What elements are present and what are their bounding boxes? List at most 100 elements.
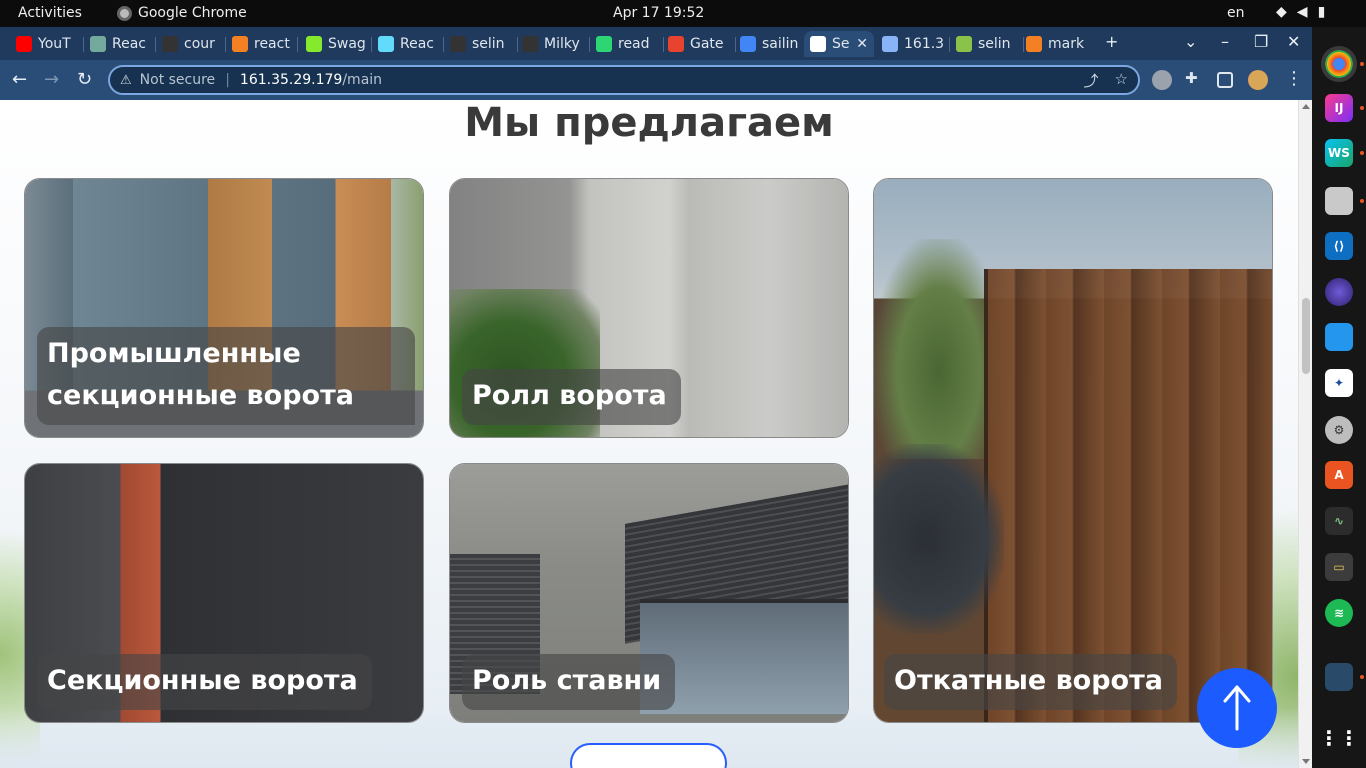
tab-label: read [618,36,650,52]
clock[interactable]: Apr 17 19:52 [613,5,704,21]
tab-0[interactable]: YouT [10,31,82,57]
tab-label: Se [832,36,850,52]
system-monitor-dock-icon[interactable]: ∿ [1325,507,1353,535]
activities-button[interactable]: Activities [18,5,82,21]
running-indicator [1360,151,1364,155]
tab-label: cour [184,36,215,52]
scroll-to-top-button[interactable] [1197,668,1277,748]
spotify-dock-icon[interactable]: ≋ [1325,599,1353,627]
forward-button[interactable]: → [44,69,59,90]
arrow-up-icon [1223,685,1251,731]
app-dock-icon[interactable] [1325,663,1353,691]
tab-label: YouT [38,36,71,52]
chrome-dock-icon[interactable] [1321,46,1357,82]
chrome-icon [117,5,132,21]
tab-label: mark [1048,36,1085,52]
scroll-down-arrow[interactable] [1302,759,1310,764]
tab-12[interactable]: 161.3 [876,31,948,57]
address-bar[interactable]: ⚠ Not secure | 161.35.29.179/main ⤴ ☆ [108,65,1140,95]
arrow-right-icon: → [44,69,60,90]
tab-favicon-icon [810,36,826,52]
browser-toolbar: ← → ↻ ⚠ Not secure | 161.35.29.179/main … [0,60,1312,100]
card-sectional-gates[interactable]: Секционные ворота [24,463,424,723]
tab-6[interactable]: selin [444,31,516,57]
tab-8[interactable]: read [590,31,662,57]
bookmark-dock-icon[interactable]: ✦ [1325,369,1353,397]
card-label: Ролл ворота [462,369,681,425]
card-label: Роль ставни [462,654,676,710]
tab-9[interactable]: Gate [662,31,734,57]
software-dock-icon[interactable]: A [1325,461,1353,489]
reload-button[interactable]: ↻ [77,69,92,90]
tab-1[interactable]: Reac [84,31,154,57]
tab-2[interactable]: cour [156,31,224,57]
side-panel-icon[interactable] [1217,72,1233,88]
tab-13[interactable]: selin [950,31,1022,57]
new-tab-button[interactable]: + [1105,32,1118,51]
tab-4[interactable]: Swag [300,31,370,57]
star-icon[interactable]: ☆ [1115,70,1128,91]
wifi-icon: ◆ [1276,4,1287,20]
tab-favicon-icon [378,36,394,52]
input-language[interactable]: en [1227,5,1245,21]
tab-favicon-icon [596,36,612,52]
battery-icon: ▮ [1317,4,1326,20]
card-industrial-sectional-gates[interactable]: Промышленные секционные ворота [24,178,424,438]
tab-14[interactable]: mark [1020,31,1092,57]
section-title: Мы предлагаем [464,100,834,146]
card-roller-shutters[interactable]: Роль ставни [449,463,849,723]
tab-3[interactable]: react [226,31,296,57]
card-roll-gates[interactable]: Ролл ворота [449,178,849,438]
extension-owl-icon[interactable] [1152,70,1172,90]
scrollbar-thumb[interactable] [1302,298,1310,374]
tab-close-icon[interactable]: ✕ [856,36,874,52]
tab-7[interactable]: Milky [516,31,588,57]
app-menu[interactable]: Google Chrome [117,5,247,21]
settings-dock-icon[interactable]: ⚙ [1325,416,1353,444]
docker-dock-icon[interactable] [1325,323,1353,351]
card-label: Откатные ворота [884,654,1177,710]
intellij-dock-icon[interactable]: IJ [1325,94,1353,122]
tab-label: Reac [400,36,434,52]
page-viewport: Мы предлагаем Промышленные секционные во… [0,100,1298,768]
tab-5[interactable]: Reac [372,31,442,57]
system-tray[interactable]: ◆ ◀ ▮ [1276,4,1325,20]
vscode-dock-icon[interactable]: ⟨⟩ [1325,232,1353,260]
reload-icon: ↻ [77,69,93,90]
warning-icon[interactable]: ⚠ [120,73,132,88]
app-dock-icon[interactable] [1325,278,1353,306]
page-scrollbar[interactable] [1298,100,1312,768]
card-label-line2: секционные ворота [47,380,354,411]
tab-11[interactable]: Se ✕ [804,31,874,57]
tab-label: Reac [112,36,146,52]
scroll-up-arrow[interactable] [1302,104,1310,109]
webstorm-dock-icon[interactable]: WS [1325,139,1353,167]
card-sliding-gates[interactable]: Откатные ворота [873,178,1273,723]
close-window-button[interactable]: ✕ [1287,32,1300,51]
tab-favicon-icon [522,36,538,52]
tab-label: selin [978,36,1011,52]
tab-label: Gate [690,36,724,52]
url-path[interactable]: /main [342,72,382,88]
more-button[interactable] [570,743,727,768]
maximize-button[interactable]: ❐ [1254,32,1268,51]
tab-favicon-icon [1026,36,1042,52]
extensions-puzzle-icon[interactable]: ✚ [1185,69,1205,89]
tab-search-button[interactable]: ⌄ [1184,32,1197,51]
url-host[interactable]: 161.35.29.179 [240,72,342,88]
tab-separator [297,37,298,52]
share-icon[interactable]: ⤴ [1084,70,1099,91]
tab-favicon-icon [450,36,466,52]
chrome-menu-button[interactable]: ⋮ [1285,68,1303,89]
show-apps-icon[interactable]: ⋮⋮ [1319,724,1359,752]
files-dock-icon[interactable] [1325,187,1353,215]
minimize-button[interactable]: – [1221,32,1229,51]
profile-avatar[interactable] [1248,70,1268,90]
card-label: Секционные ворота [37,654,372,710]
back-button[interactable]: ← [12,69,27,90]
tab-10[interactable]: sailin [734,31,804,57]
terminal-dock-icon[interactable]: ▭ [1325,553,1353,581]
tab-favicon-icon [306,36,322,52]
running-indicator [1360,675,1364,679]
security-status[interactable]: Not secure [140,72,216,88]
